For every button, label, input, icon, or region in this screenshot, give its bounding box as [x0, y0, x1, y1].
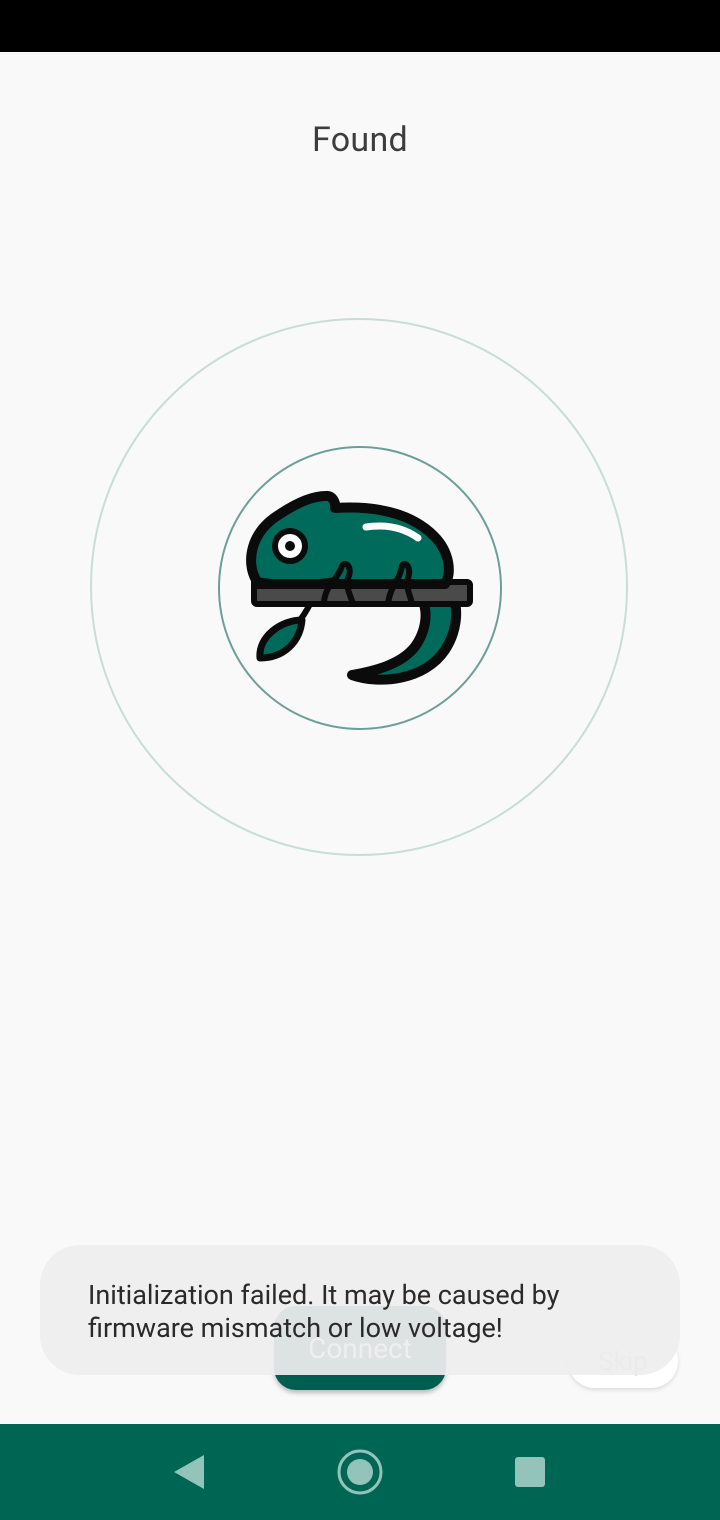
page-title: Found — [311, 120, 409, 160]
status-bar — [0, 0, 720, 52]
recents-icon — [515, 1457, 545, 1487]
back-icon — [174, 1455, 204, 1489]
back-button[interactable] — [148, 1424, 228, 1520]
navigation-bar — [0, 1424, 720, 1520]
toast-message: Initialization failed. It may be caused … — [88, 1279, 560, 1344]
home-button[interactable] — [320, 1424, 400, 1520]
home-icon — [337, 1449, 383, 1495]
chameleon-icon — [240, 480, 480, 690]
recents-button[interactable] — [490, 1424, 570, 1520]
error-toast: Initialization failed. It may be caused … — [40, 1245, 680, 1375]
